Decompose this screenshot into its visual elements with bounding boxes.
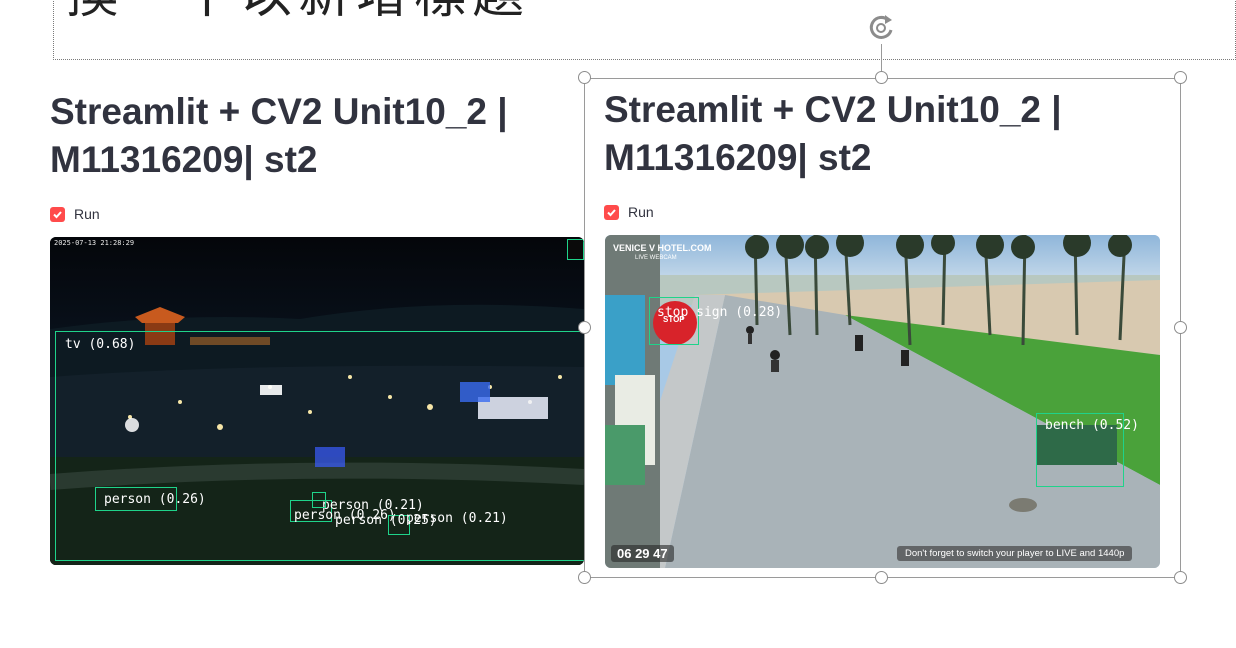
video-timestamp: 2025-07-13 21:28:29 — [54, 239, 135, 247]
selection-handle[interactable] — [875, 571, 888, 584]
selection-frame[interactable] — [584, 78, 1181, 578]
run-checkbox-row[interactable]: Run — [50, 204, 584, 224]
detection-label: tv (0.68) — [65, 337, 136, 352]
selection-handle[interactable] — [1174, 321, 1187, 334]
selection-handle[interactable] — [1174, 571, 1187, 584]
selection-handle[interactable] — [578, 321, 591, 334]
detection-label: person (0.26) — [104, 492, 206, 507]
slide-title-text: 換一下以新增標題 — [66, 0, 530, 27]
fullscreen-icon[interactable] — [567, 239, 584, 260]
run-checkbox-label: Run — [74, 206, 100, 222]
detection-box-person — [312, 492, 326, 508]
checkmark-icon — [53, 210, 62, 218]
selection-handle[interactable] — [1174, 71, 1187, 84]
video-frame-left: 2025-07-13 21:28:29 tv (0.68) person (0.… — [50, 237, 584, 565]
detection-label: person (0.21) — [406, 511, 508, 526]
run-checkbox[interactable] — [50, 206, 65, 222]
app-title-line2: M11316209| st2 — [50, 139, 318, 180]
app-title: Streamlit + CV2 Unit10_2 | M11316209| st… — [50, 88, 584, 184]
streamlit-panel-left: Streamlit + CV2 Unit10_2 | M11316209| st… — [50, 88, 584, 224]
selection-handle[interactable] — [875, 71, 888, 84]
app-title-line1: Streamlit + CV2 Unit10_2 | — [50, 91, 508, 132]
selection-handle[interactable] — [578, 71, 591, 84]
rotate-icon[interactable] — [866, 12, 900, 44]
detection-box-tv — [55, 331, 584, 561]
slide-title-placeholder[interactable]: 換一下以新增標題 — [53, 0, 1236, 60]
selection-handle[interactable] — [578, 571, 591, 584]
